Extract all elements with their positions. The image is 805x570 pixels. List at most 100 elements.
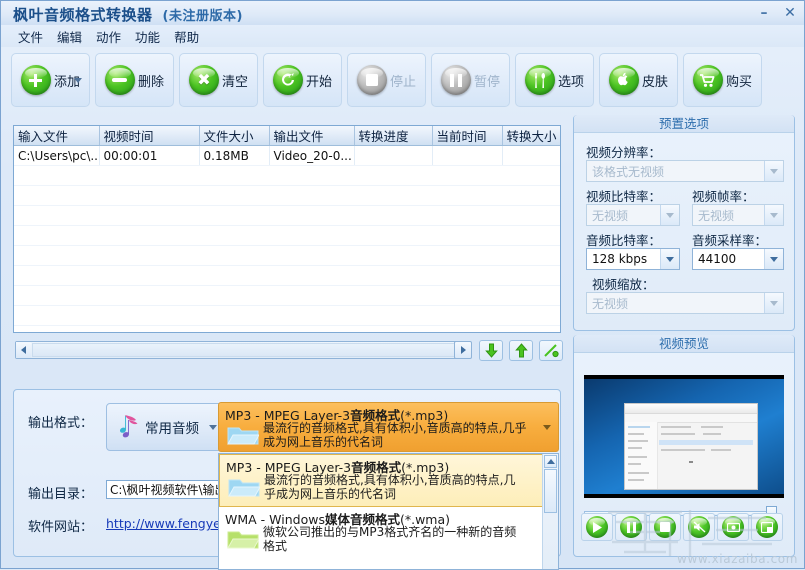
table-row[interactable] (14, 325, 560, 332)
menu-item-help[interactable]: 帮助 (167, 25, 206, 48)
preview-explorer-window (624, 403, 758, 490)
file-list[interactable]: 输入文件 视频时间 文件大小 输出文件 转换进度 当前时间 转换大小 C:\Us… (13, 125, 561, 333)
audio-samplerate-combo[interactable]: 44100 (692, 248, 784, 270)
toolbar-pause-button[interactable]: 暂停 (431, 53, 510, 107)
video-resolution-value: 该格式无视频 (592, 164, 665, 179)
video-bitrate-combo[interactable]: 无视频 (586, 204, 680, 226)
toolbar-stop-button[interactable]: 停止 (347, 53, 426, 107)
chevron-down-icon[interactable] (764, 293, 783, 313)
chevron-down-icon[interactable] (764, 161, 783, 181)
video-resolution-combo[interactable]: 该格式无视频 (586, 160, 784, 182)
video-zoom-combo[interactable]: 无视频 (586, 292, 784, 314)
scroll-up-icon[interactable] (544, 455, 557, 468)
cell-file-size: 0.18MB (199, 145, 270, 166)
toolbar-pause-label: 暂停 (473, 74, 500, 90)
chevron-down-icon[interactable] (764, 205, 783, 225)
table-row[interactable] (14, 185, 560, 206)
audio-bitrate-label: 音频比特率： (586, 233, 662, 248)
pause-icon (620, 516, 642, 538)
green-down-arrow-icon (484, 343, 498, 358)
toolbar-buy-button[interactable]: 购买 (683, 53, 762, 107)
table-row[interactable] (14, 245, 560, 266)
file-list-hscrollbar[interactable] (15, 341, 470, 359)
minimize-button[interactable]: – (756, 5, 772, 21)
chevron-down-icon[interactable] (74, 78, 82, 83)
close-button[interactable]: ✕ (782, 5, 798, 21)
column-header-current-time[interactable]: 当前时间 (432, 126, 503, 146)
preview-pause-button[interactable] (615, 513, 647, 541)
table-row[interactable] (14, 165, 560, 186)
preview-mute-button[interactable] (683, 513, 715, 541)
preview-controls (581, 513, 789, 541)
stop-square-icon (356, 65, 387, 95)
preview-fullscreen-button[interactable] (751, 513, 783, 541)
video-zoom-value: 无视频 (592, 296, 629, 311)
output-format-value: 常用音频 (145, 421, 199, 437)
toolbar-skin-button[interactable]: 皮肤 (599, 53, 678, 107)
preview-play-button[interactable] (581, 513, 613, 541)
list-item[interactable]: MP3 - MPEG Layer-3音频格式(*.mp3) 最流行的音频格式,具… (219, 454, 558, 507)
menu-bar: 文件 编辑 动作 功能 帮助 (1, 25, 804, 47)
toolbar-delete-label: 删除 (137, 74, 164, 90)
column-header-progress[interactable]: 转换进度 (354, 126, 433, 146)
menu-item-action[interactable]: 动作 (89, 25, 128, 48)
column-header-file-size[interactable]: 文件大小 (199, 126, 270, 146)
move-down-button[interactable] (479, 340, 503, 361)
hscroll-thumb[interactable] (32, 343, 468, 357)
toolbar-options-button[interactable]: 选项 (515, 53, 594, 107)
chevron-down-icon[interactable] (543, 425, 551, 430)
table-row[interactable] (14, 205, 560, 226)
format-dropdown-list[interactable]: MP3 - MPEG Layer-3音频格式(*.mp3) 最流行的音频格式,具… (218, 453, 559, 570)
toolbar-start-button[interactable]: 开始 (263, 53, 342, 107)
column-header-output-file[interactable]: 输出文件 (269, 126, 355, 146)
preview-snapshot-button[interactable] (717, 513, 749, 541)
scroll-right-icon[interactable] (454, 341, 472, 359)
video-framerate-combo[interactable]: 无视频 (692, 204, 784, 226)
column-header-input-file[interactable]: 输入文件 (14, 126, 100, 146)
video-preview-screen[interactable] (584, 375, 784, 498)
menu-item-edit[interactable]: 编辑 (50, 25, 89, 48)
toolbar-start-label: 开始 (305, 74, 332, 90)
table-row[interactable]: C:\Users\pc\... 00:00:01 0.18MB Video_20… (14, 145, 560, 166)
output-format-selector[interactable]: 常用音频 (106, 403, 226, 451)
preset-options-panel: 预置选项 视频分辨率： 该格式无视频 视频比特率： 无视频 视频帧率： 无视频 … (573, 115, 795, 331)
format-combo-description: 最流行的音频格式,具有体积小,音质高的特点,几乎成为网上音乐的代名词 (263, 421, 527, 449)
table-row[interactable] (14, 305, 560, 326)
dropdown-scroll-thumb[interactable] (544, 469, 557, 513)
toolbar-add-button[interactable]: 添加 (11, 53, 90, 107)
audio-bitrate-combo[interactable]: 128 kbps (586, 248, 680, 270)
file-list-body: C:\Users\pc\... 00:00:01 0.18MB Video_20… (14, 145, 560, 332)
folder-icon (227, 531, 259, 549)
menu-item-file[interactable]: 文件 (11, 25, 50, 48)
chevron-down-icon[interactable] (660, 205, 679, 225)
dropdown-scrollbar[interactable] (542, 454, 558, 569)
table-row[interactable] (14, 285, 560, 306)
preview-stop-button[interactable] (649, 513, 681, 541)
move-up-button[interactable] (509, 340, 533, 361)
audio-samplerate-label: 音频采样率： (692, 233, 768, 248)
toolbar-buy-label: 购买 (725, 74, 752, 90)
website-row: 软件网站： (28, 516, 93, 535)
plus-circle-icon (20, 65, 51, 95)
chevron-down-icon[interactable] (209, 425, 217, 430)
toolbar-delete-button[interactable]: 删除 (95, 53, 174, 107)
chevron-down-icon[interactable] (764, 249, 783, 269)
window-controls: – ✕ (756, 5, 798, 21)
file-list-table: 输入文件 视频时间 文件大小 输出文件 转换进度 当前时间 转换大小 C:\Us… (14, 126, 560, 332)
scroll-left-icon[interactable] (16, 342, 31, 358)
chevron-down-icon[interactable] (660, 249, 679, 269)
fullscreen-icon (756, 516, 778, 538)
cell-video-time: 00:00:01 (99, 145, 200, 166)
format-combo-selected[interactable]: MP3 - MPEG Layer-3音频格式(*.mp3) 最流行的音频格式,具… (218, 402, 559, 452)
edit-button[interactable] (539, 340, 563, 361)
toolbar-clear-button[interactable]: ✖ 清空 (179, 53, 258, 107)
video-preview-title: 视频预览 (574, 335, 794, 353)
table-row[interactable] (14, 225, 560, 246)
music-note-icon (120, 415, 138, 438)
column-header-video-time[interactable]: 视频时间 (99, 126, 200, 146)
column-header-converted-size[interactable]: 转换大小 (502, 126, 560, 146)
list-item[interactable]: WMA - Windows媒体音频格式(*.wma) 微软公司推出的与MP3格式… (219, 507, 558, 560)
play-icon (586, 516, 608, 538)
menu-item-function[interactable]: 功能 (128, 25, 167, 48)
table-row[interactable] (14, 265, 560, 286)
